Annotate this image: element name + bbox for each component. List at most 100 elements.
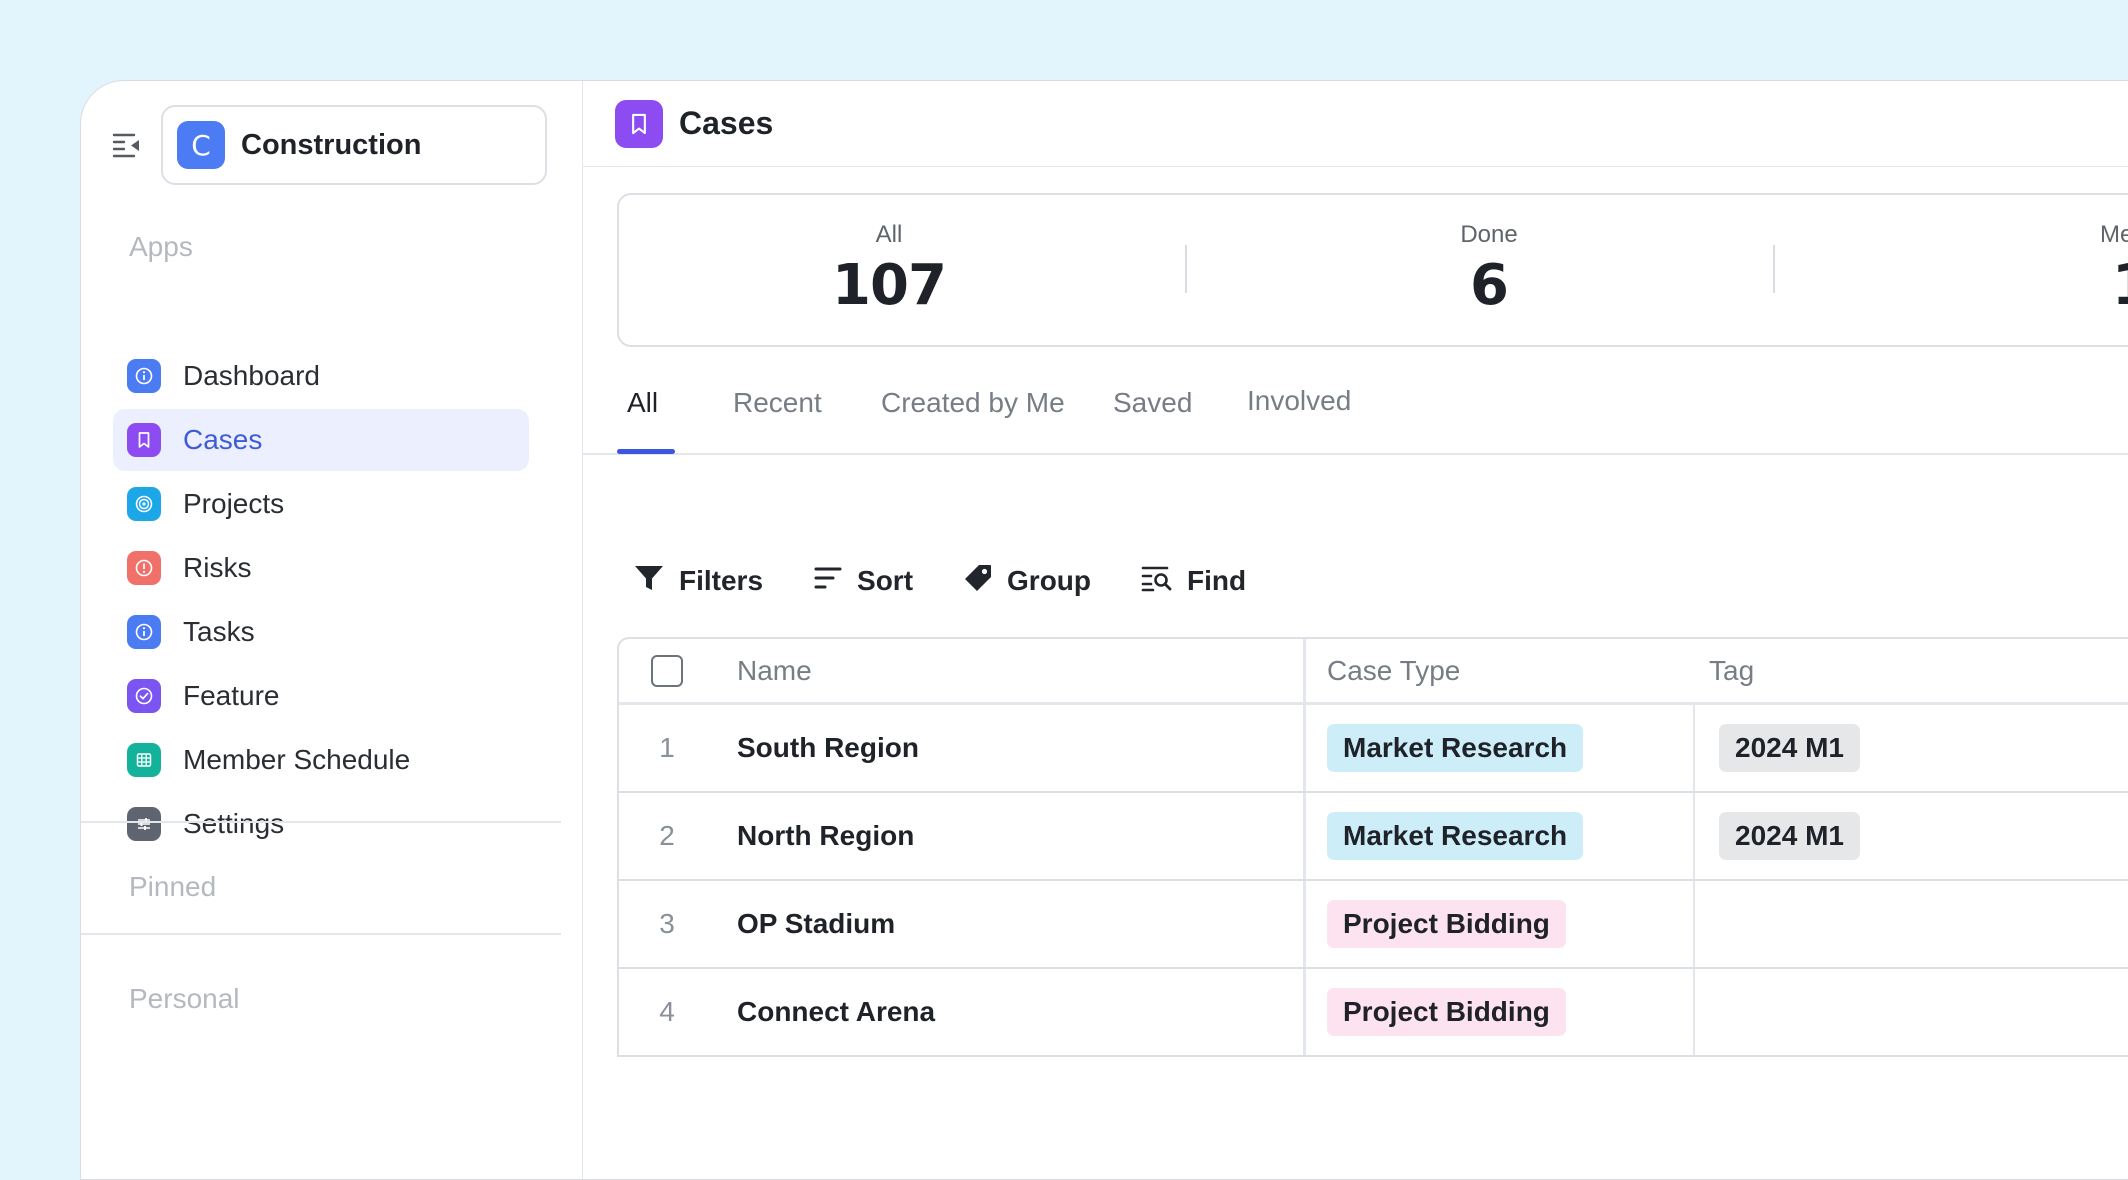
app-window: C Construction Apps Dashboard Cases Proj… bbox=[80, 80, 2128, 1180]
case-type-chip[interactable]: Market Research bbox=[1327, 724, 1584, 772]
group-label: Group bbox=[1007, 564, 1092, 596]
tabs-baseline bbox=[583, 453, 2128, 455]
sidebar-item-dashboard[interactable]: Dashboard bbox=[113, 345, 529, 407]
sidebar-item-label: Member Schedule bbox=[183, 744, 411, 775]
column-divider bbox=[1303, 881, 1306, 967]
sidebar-item-member-schedule[interactable]: Member Schedule bbox=[113, 729, 529, 791]
select-all-checkbox[interactable] bbox=[651, 654, 683, 687]
personal-section-label[interactable]: Personal bbox=[129, 983, 240, 1015]
page-title: Cases bbox=[679, 105, 774, 141]
cases-table: Name Case Type Tag 1 South Region Market… bbox=[617, 637, 2128, 1057]
case-type-cell: Project Bidding bbox=[1327, 969, 1566, 1055]
sidebar-item-settings[interactable]: Settings bbox=[113, 793, 529, 855]
case-type-cell: Market Research bbox=[1327, 705, 1584, 791]
row-number: 4 bbox=[659, 996, 675, 1027]
workspace-name: Construction bbox=[241, 128, 422, 161]
check-circle-icon bbox=[127, 679, 161, 713]
stats-card: All 107 Done 6 Members 12 bbox=[617, 193, 2128, 347]
sidebar-nav: Dashboard Cases Projects Risks Tasks Fea… bbox=[113, 345, 529, 857]
tab-all[interactable]: All bbox=[627, 387, 658, 419]
case-type-chip[interactable]: Project Bidding bbox=[1327, 900, 1566, 948]
column-header-case-type[interactable]: Case Type bbox=[1327, 639, 1460, 702]
row-number: 3 bbox=[659, 908, 675, 939]
sidebar-item-label: Tasks bbox=[183, 616, 255, 647]
table-row[interactable]: 2 North Region Market Research 2024 M1 bbox=[619, 793, 2128, 881]
sidebar-item-tasks[interactable]: Tasks bbox=[113, 601, 529, 663]
column-header-tag[interactable]: Tag bbox=[1709, 639, 1754, 702]
sidebar-item-label: Cases bbox=[183, 424, 263, 455]
workspace-avatar: C bbox=[177, 121, 225, 169]
target-icon bbox=[127, 487, 161, 521]
case-name[interactable]: Connect Arena bbox=[737, 969, 935, 1055]
calendar-grid-icon bbox=[127, 743, 161, 777]
tag-icon bbox=[963, 563, 993, 598]
sidebar-item-label: Settings bbox=[183, 808, 285, 839]
stat-value: 107 bbox=[832, 253, 947, 318]
bookmark-icon bbox=[615, 99, 663, 148]
filters-button[interactable]: Filters bbox=[633, 563, 763, 598]
filters-label: Filters bbox=[679, 564, 764, 596]
sidebar: C Construction Apps Dashboard Cases Proj… bbox=[81, 81, 583, 1179]
column-divider bbox=[1303, 793, 1306, 879]
info-icon bbox=[127, 359, 161, 393]
column-divider bbox=[1693, 705, 1695, 791]
info-icon bbox=[127, 615, 161, 649]
sort-icon bbox=[813, 564, 843, 597]
stat-label: Members bbox=[2099, 221, 2128, 248]
case-type-chip[interactable]: Project Bidding bbox=[1327, 988, 1566, 1036]
case-name[interactable]: OP Stadium bbox=[737, 881, 895, 967]
tab-saved[interactable]: Saved bbox=[1113, 387, 1192, 419]
stat-divider bbox=[1185, 245, 1187, 293]
column-divider bbox=[1693, 881, 1695, 967]
collapse-sidebar-button[interactable] bbox=[109, 129, 145, 165]
tab-involved[interactable]: Involved bbox=[1247, 385, 1351, 417]
table-row[interactable]: 4 Connect Arena Project Bidding bbox=[619, 969, 2128, 1057]
table-row[interactable]: 1 South Region Market Research 2024 M1 bbox=[619, 705, 2128, 793]
apps-section-label: Apps bbox=[129, 231, 193, 262]
case-type-cell: Project Bidding bbox=[1327, 881, 1566, 967]
tab-created-by-me[interactable]: Created by Me bbox=[881, 387, 1065, 419]
active-tab-indicator bbox=[617, 449, 675, 454]
table-header-row: Name Case Type Tag bbox=[619, 639, 2128, 705]
stat-members[interactable]: Members 12 bbox=[2075, 221, 2128, 318]
sidebar-item-risks[interactable]: Risks bbox=[113, 537, 529, 599]
sidebar-item-feature[interactable]: Feature bbox=[113, 665, 529, 727]
stat-divider bbox=[1773, 245, 1775, 293]
sort-button[interactable]: Sort bbox=[813, 564, 913, 597]
tag-chip[interactable]: 2024 M1 bbox=[1719, 812, 1860, 860]
sidebar-item-label: Risks bbox=[183, 552, 252, 583]
case-name[interactable]: South Region bbox=[737, 705, 919, 791]
stat-all[interactable]: All 107 bbox=[789, 221, 989, 318]
workspace-switcher[interactable]: C Construction bbox=[161, 105, 547, 185]
select-all-checkbox-cell bbox=[651, 639, 683, 702]
stat-value: 12 bbox=[2075, 253, 2128, 318]
sidebar-item-cases[interactable]: Cases bbox=[113, 409, 529, 471]
sidebar-divider bbox=[81, 821, 561, 823]
group-button[interactable]: Group bbox=[963, 563, 1091, 598]
stat-done[interactable]: Done 6 bbox=[1389, 221, 1589, 318]
tab-recent[interactable]: Recent bbox=[733, 387, 822, 419]
stat-label: Done bbox=[1460, 221, 1518, 248]
page-header: Cases bbox=[583, 81, 2128, 167]
case-type-cell: Market Research bbox=[1327, 793, 1584, 879]
pinned-section-label[interactable]: Pinned bbox=[129, 871, 216, 903]
alert-icon bbox=[127, 551, 161, 585]
find-button[interactable]: Find bbox=[1141, 564, 1246, 597]
column-divider bbox=[1303, 969, 1306, 1055]
sliders-icon bbox=[127, 807, 161, 841]
stat-value: 6 bbox=[1470, 253, 1509, 318]
tag-cell: 2024 M1 bbox=[1719, 705, 1860, 791]
find-label: Find bbox=[1187, 564, 1247, 596]
sidebar-item-label: Feature bbox=[183, 680, 280, 711]
case-name[interactable]: North Region bbox=[737, 793, 914, 879]
sidebar-item-projects[interactable]: Projects bbox=[113, 473, 529, 535]
column-header-name[interactable]: Name bbox=[737, 639, 812, 702]
main-content: Cases All 107 Done 6 Members 12 All Rece… bbox=[583, 81, 2128, 1179]
case-type-chip[interactable]: Market Research bbox=[1327, 812, 1584, 860]
sidebar-item-label: Dashboard bbox=[183, 360, 320, 391]
tag-cell: 2024 M1 bbox=[1719, 793, 1860, 879]
table-row[interactable]: 3 OP Stadium Project Bidding bbox=[619, 881, 2128, 969]
tag-chip[interactable]: 2024 M1 bbox=[1719, 724, 1860, 772]
sidebar-divider bbox=[81, 933, 561, 935]
sidebar-item-label: Projects bbox=[183, 488, 285, 519]
